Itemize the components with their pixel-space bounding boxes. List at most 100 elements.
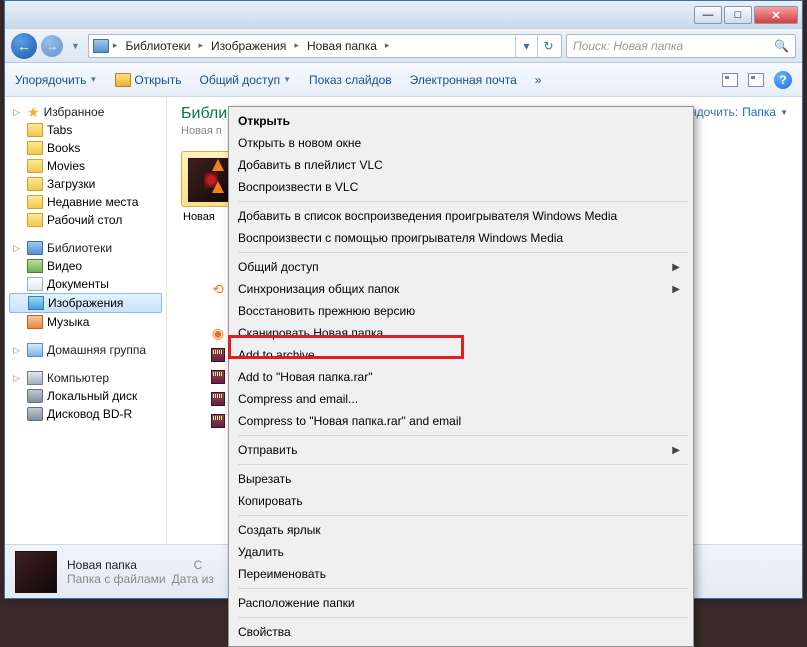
navigation-pane: ▷★Избранное Tabs Books Movies Загрузки Н…: [5, 97, 167, 544]
open-button[interactable]: Открыть: [115, 73, 181, 87]
chevron-right-icon: ▸: [111, 40, 120, 51]
ctx-open-new-window[interactable]: Открыть в новом окне: [204, 132, 690, 154]
ctx-compress-email[interactable]: Compress and email...: [204, 388, 690, 410]
star-icon: ★: [27, 105, 40, 119]
search-icon: 🔍: [774, 39, 789, 53]
ctx-wmp-play[interactable]: Воспроизвести с помощью проигрывателя Wi…: [204, 227, 690, 249]
breadcrumb-libraries[interactable]: Библиотеки: [119, 35, 196, 57]
slideshow-button[interactable]: Показ слайдов: [309, 73, 392, 87]
homegroup-icon: [27, 343, 43, 357]
favorites-group[interactable]: ▷★Избранное: [5, 103, 166, 121]
search-placeholder: Поиск: Новая папка: [573, 39, 683, 53]
sidebar-item-images[interactable]: Изображения: [9, 293, 162, 313]
ctx-add-rar[interactable]: Add to "Новая папка.rar": [204, 366, 690, 388]
chevron-right-icon: ▸: [292, 40, 301, 51]
chevron-right-icon: ▸: [383, 40, 392, 51]
email-button[interactable]: Электронная почта: [410, 73, 517, 87]
vlc-icon: [210, 179, 226, 195]
forward-button[interactable]: →: [41, 35, 63, 57]
winrar-icon: [210, 413, 226, 429]
folder-icon: [115, 73, 131, 87]
toolbar: Упорядочить▼ Открыть Общий доступ▼ Показ…: [5, 63, 802, 97]
ctx-copy[interactable]: Копировать: [204, 490, 690, 512]
ctx-compress-to[interactable]: Compress to "Новая папка.rar" and email: [204, 410, 690, 432]
sync-icon: ⟲: [210, 281, 226, 297]
ctx-properties[interactable]: Свойства: [204, 621, 690, 643]
sidebar-item[interactable]: Недавние места: [5, 193, 166, 211]
dropdown-icon[interactable]: ▾: [515, 35, 537, 57]
separator: [238, 252, 688, 253]
details-thumbnail: [15, 551, 57, 593]
folder-icon: [27, 141, 43, 155]
details-name: Новая папка С: [67, 558, 214, 572]
ctx-folder-location[interactable]: Расположение папки: [204, 592, 690, 614]
minimize-button[interactable]: —: [694, 6, 722, 24]
sidebar-item[interactable]: Tabs: [5, 121, 166, 139]
sidebar-item[interactable]: Музыка: [5, 313, 166, 331]
ctx-scan[interactable]: ◉Сканировать Новая папка: [204, 322, 690, 344]
folder-icon: [27, 177, 43, 191]
search-input[interactable]: Поиск: Новая папка 🔍: [566, 34, 796, 58]
winrar-icon: [210, 347, 226, 363]
sidebar-item[interactable]: Загрузки: [5, 175, 166, 193]
folder-icon: [27, 159, 43, 173]
libraries-icon: [27, 241, 43, 255]
ctx-vlc-play[interactable]: Воспроизвести в VLC: [204, 176, 690, 198]
sidebar-item[interactable]: Документы: [5, 275, 166, 293]
homegroup[interactable]: ▷Домашняя группа: [5, 341, 166, 359]
close-button[interactable]: ✕: [754, 6, 798, 24]
sidebar-item[interactable]: Books: [5, 139, 166, 157]
help-button[interactable]: ?: [774, 71, 792, 89]
organize-menu[interactable]: Упорядочить▼: [15, 73, 97, 87]
context-menu: Открыть Открыть в новом окне Добавить в …: [228, 106, 694, 647]
separator: [238, 435, 688, 436]
ctx-restore[interactable]: Восстановить прежнюю версию: [204, 300, 690, 322]
separator: [238, 201, 688, 202]
sidebar-item[interactable]: Movies: [5, 157, 166, 175]
sidebar-item[interactable]: Видео: [5, 257, 166, 275]
history-dropdown[interactable]: ▼: [67, 41, 84, 51]
chevron-right-icon: ▸: [196, 40, 205, 51]
folder-icon: [27, 213, 43, 227]
ctx-cut[interactable]: Вырезать: [204, 468, 690, 490]
overflow-button[interactable]: »: [535, 73, 542, 87]
separator: [238, 617, 688, 618]
computer-icon: [27, 371, 43, 385]
vlc-icon: [210, 157, 226, 173]
computer-group[interactable]: ▷Компьютер: [5, 369, 166, 387]
location-icon: [93, 39, 109, 53]
share-menu[interactable]: Общий доступ▼: [199, 73, 291, 87]
separator: [238, 588, 688, 589]
ctx-sync[interactable]: ⟲Синхронизация общих папок▶: [204, 278, 690, 300]
ctx-add-archive[interactable]: Add to archive...: [204, 344, 690, 366]
preview-pane-button[interactable]: [748, 73, 764, 87]
breadcrumb-folder[interactable]: Новая папка: [301, 35, 383, 57]
sidebar-item[interactable]: Рабочий стол: [5, 211, 166, 229]
address-bar[interactable]: ▸ Библиотеки ▸ Изображения ▸ Новая папка…: [88, 34, 562, 58]
ctx-send-to[interactable]: Отправить▶: [204, 439, 690, 461]
view-options[interactable]: [722, 73, 738, 87]
sidebar-item[interactable]: Дисковод BD-R: [5, 405, 166, 423]
breadcrumb-images[interactable]: Изображения: [205, 35, 292, 57]
separator: [238, 464, 688, 465]
libraries-group[interactable]: ▷Библиотеки: [5, 239, 166, 257]
nav-bar: ← → ▼ ▸ Библиотеки ▸ Изображения ▸ Новая…: [5, 29, 802, 63]
ctx-wmp-add[interactable]: Добавить в список воспроизведения проигр…: [204, 205, 690, 227]
winrar-icon: [210, 369, 226, 385]
maximize-button[interactable]: □: [724, 6, 752, 24]
back-button[interactable]: ←: [11, 33, 37, 59]
submenu-arrow-icon: ▶: [672, 262, 680, 273]
antivirus-icon: ◉: [210, 325, 226, 341]
ctx-share[interactable]: Общий доступ▶: [204, 256, 690, 278]
ctx-rename[interactable]: Переименовать: [204, 563, 690, 585]
folder-icon: [27, 123, 43, 137]
sidebar-item[interactable]: Локальный диск: [5, 387, 166, 405]
refresh-button[interactable]: ↻: [537, 35, 559, 57]
ctx-create-shortcut[interactable]: Создать ярлык: [204, 519, 690, 541]
document-icon: [27, 277, 43, 291]
folder-icon: [27, 195, 43, 209]
ctx-vlc-add[interactable]: Добавить в плейлист VLC: [204, 154, 690, 176]
ctx-delete[interactable]: Удалить: [204, 541, 690, 563]
titlebar: — □ ✕: [5, 1, 802, 29]
ctx-open[interactable]: Открыть: [204, 110, 690, 132]
